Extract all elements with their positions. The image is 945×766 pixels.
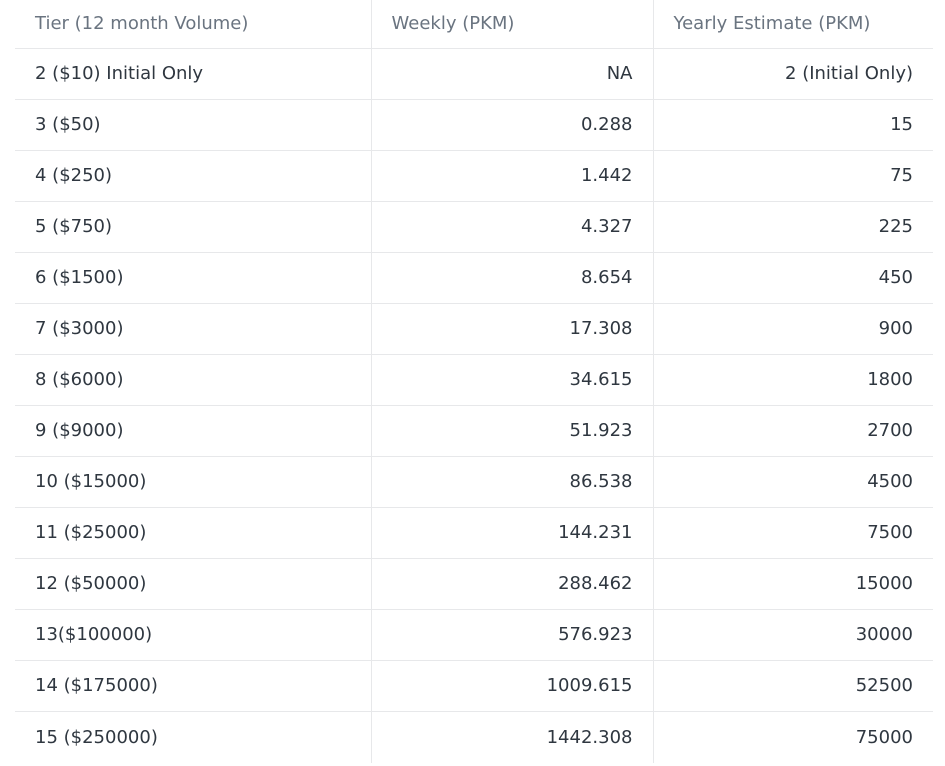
column-header-tier: Tier (12 month Volume) <box>15 0 371 49</box>
table-row: 5 ($750) 4.327 225 <box>15 201 933 253</box>
table-row: 6 ($1500) 8.654 450 <box>15 252 933 304</box>
table-row: 7 ($3000) 17.308 900 <box>15 303 933 355</box>
tier-cell: 8 ($6000) <box>15 354 371 406</box>
weekly-cell: 1442.308 <box>370 711 653 763</box>
yearly-cell: 2 (Initial Only) <box>652 48 933 100</box>
weekly-cell: 34.615 <box>370 354 653 406</box>
tier-cell: 2 ($10) Initial Only <box>15 48 371 100</box>
tier-cell: 11 ($25000) <box>15 507 371 559</box>
column-header-yearly: Yearly Estimate (PKM) <box>652 0 933 49</box>
tier-cell: 6 ($1500) <box>15 252 371 304</box>
tier-cell: 14 ($175000) <box>15 660 371 712</box>
table-row: 15 ($250000) 1442.308 75000 <box>15 711 933 763</box>
yearly-cell: 4500 <box>652 456 933 508</box>
yearly-cell: 75 <box>652 150 933 202</box>
weekly-cell: 4.327 <box>370 201 653 253</box>
table-row: 3 ($50) 0.288 15 <box>15 99 933 151</box>
weekly-cell: 8.654 <box>370 252 653 304</box>
tier-cell: 15 ($250000) <box>35 726 158 748</box>
weekly-cell: 288.462 <box>370 558 653 610</box>
tier-cell: 9 ($9000) <box>15 405 371 457</box>
table-row: 8 ($6000) 34.615 1800 <box>15 354 933 406</box>
tier-table-container: Tier (12 month Volume) Weekly (PKM) Year… <box>15 0 933 763</box>
weekly-cell: 576.923 <box>370 609 653 661</box>
weekly-cell: 17.308 <box>370 303 653 355</box>
table-row: 14 ($175000) 1009.615 52500 <box>15 660 933 712</box>
weekly-cell: 1009.615 <box>370 660 653 712</box>
weekly-cell: 0.288 <box>370 99 653 151</box>
yearly-cell: 1800 <box>652 354 933 406</box>
column-header-weekly: Weekly (PKM) <box>370 0 653 49</box>
table-row: 11 ($25000) 144.231 7500 <box>15 507 933 559</box>
yearly-cell: 450 <box>652 252 933 304</box>
table-row: 4 ($250) 1.442 75 <box>15 150 933 202</box>
weekly-cell: 86.538 <box>370 456 653 508</box>
table-body: 2 ($10) Initial Only NA 2 (Initial Only)… <box>15 48 933 763</box>
yearly-cell: 225 <box>652 201 933 253</box>
tier-cell: 4 ($250) <box>15 150 371 202</box>
weekly-cell: 144.231 <box>370 507 653 559</box>
yearly-cell: 900 <box>652 303 933 355</box>
yearly-cell: 52500 <box>652 660 933 712</box>
weekly-cell: NA <box>370 48 653 100</box>
table-row: 10 ($15000) 86.538 4500 <box>15 456 933 508</box>
tier-cell: 12 ($50000) <box>15 558 371 610</box>
tier-cell: 13($100000) <box>15 609 371 661</box>
header-row: Tier (12 month Volume) Weekly (PKM) Year… <box>15 0 933 49</box>
table-row: 2 ($10) Initial Only NA 2 (Initial Only) <box>15 48 933 100</box>
table-row: 12 ($50000) 288.462 15000 <box>15 558 933 610</box>
yearly-cell: 15000 <box>652 558 933 610</box>
weekly-cell: 51.923 <box>370 405 653 457</box>
tier-cell: 10 ($15000) <box>15 456 371 508</box>
tier-cell: 7 ($3000) <box>15 303 371 355</box>
yearly-cell: 75000 <box>652 711 933 763</box>
yearly-cell: 7500 <box>652 507 933 559</box>
weekly-cell: 1.442 <box>370 150 653 202</box>
yearly-cell: 2700 <box>652 405 933 457</box>
tier-table: Tier (12 month Volume) Weekly (PKM) Year… <box>15 0 933 763</box>
yearly-cell: 30000 <box>652 609 933 661</box>
tier-cell: 5 ($750) <box>15 201 371 253</box>
table-row: 9 ($9000) 51.923 2700 <box>15 405 933 457</box>
table-row: 13($100000) 576.923 30000 <box>15 609 933 661</box>
table-header: Tier (12 month Volume) Weekly (PKM) Year… <box>15 0 933 49</box>
yearly-cell: 15 <box>652 99 933 151</box>
tier-cell: 3 ($50) <box>15 99 371 151</box>
